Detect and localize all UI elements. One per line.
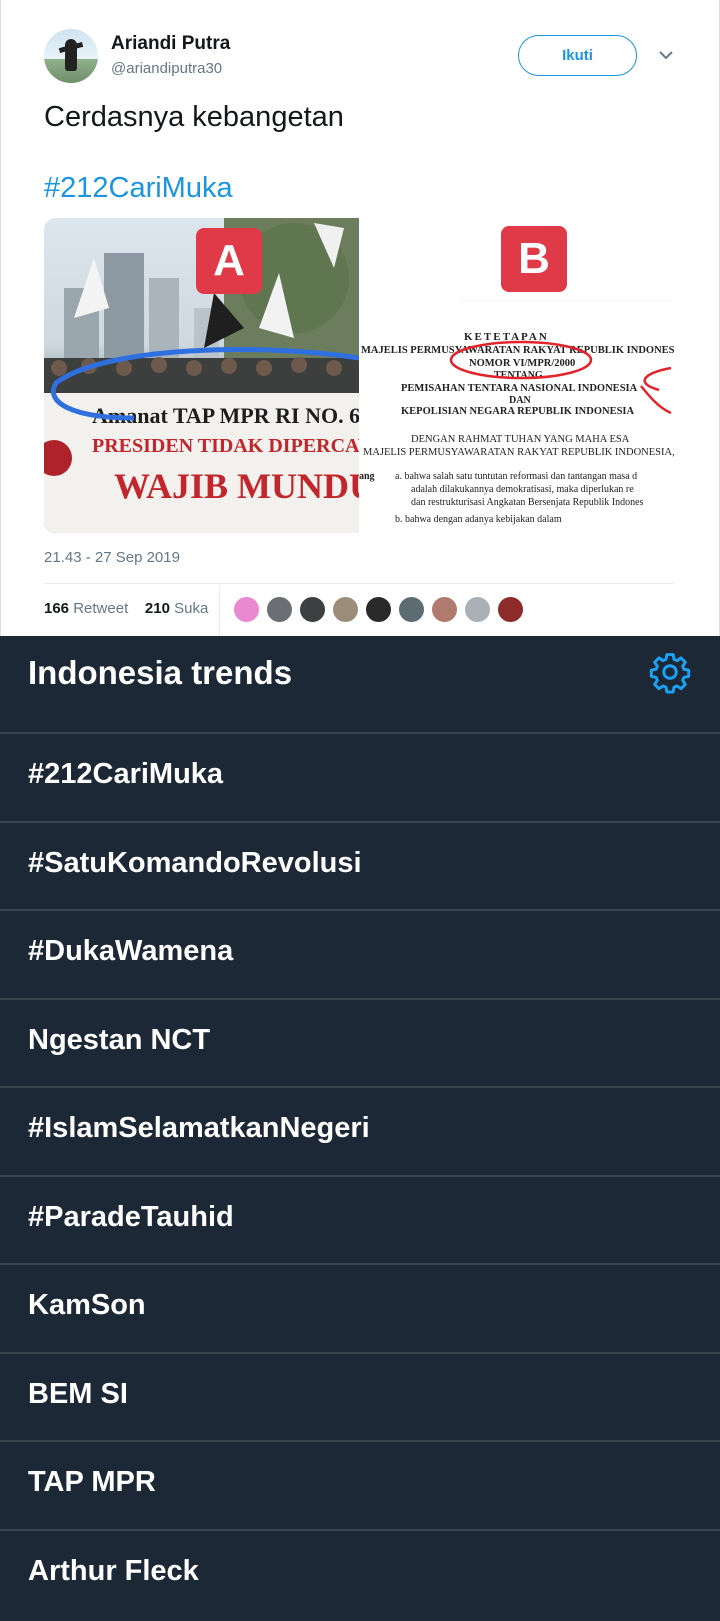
tweet-media[interactable]: Amanat TAP MPR RI NO. 6 TAHUN 2 PRESIDEN… <box>44 218 674 533</box>
trend-label[interactable]: Arthur Fleck <box>28 1555 199 1588</box>
trend-item[interactable]: Arthur Fleck <box>0 1528 720 1618</box>
avatar[interactable] <box>44 29 98 83</box>
gear-icon[interactable] <box>648 650 692 694</box>
trend-item[interactable]: BEM SI <box>0 1351 720 1441</box>
trend-item[interactable]: #DukaWamena <box>0 909 720 998</box>
trend-label[interactable]: Ngestan NCT <box>28 1024 210 1057</box>
photo-b[interactable]: B KETETAPAN MAJELIS PERMUSYAWARATAN RAKY… <box>359 218 674 533</box>
trend-item[interactable]: #212CariMuka <box>0 732 720 821</box>
trend-label[interactable]: #SatuKomandoRevolusi <box>28 847 362 880</box>
liker-avatar[interactable] <box>497 596 524 623</box>
author-name[interactable]: Ariandi Putra <box>111 33 230 55</box>
retweet-count[interactable]: 166 <box>44 600 69 617</box>
divider <box>44 583 674 584</box>
trend-label[interactable]: BEM SI <box>28 1378 128 1411</box>
author-handle[interactable]: @ariandiputra30 <box>111 60 222 77</box>
liker-avatar[interactable] <box>332 596 359 623</box>
tweet-text: Cerdasnya kebangetan <box>44 101 344 133</box>
follow-button[interactable]: Ikuti <box>518 35 637 76</box>
liker-avatars <box>233 596 530 624</box>
trend-item[interactable]: #SatuKomandoRevolusi <box>0 820 720 910</box>
badge-a: A <box>196 228 262 294</box>
trend-label[interactable]: #IslamSelamatkanNegeri <box>28 1112 370 1145</box>
like-label[interactable]: Suka <box>174 600 208 617</box>
trend-item[interactable]: Ngestan NCT <box>0 997 720 1087</box>
trend-label[interactable]: TAP MPR <box>28 1466 156 1499</box>
like-count[interactable]: 210 <box>145 600 170 617</box>
photo-a[interactable]: Amanat TAP MPR RI NO. 6 TAHUN 2 PRESIDEN… <box>44 218 359 533</box>
liker-avatar[interactable] <box>464 596 491 623</box>
liker-avatar[interactable] <box>266 596 293 623</box>
trends-title: Indonesia trends <box>28 654 293 691</box>
tweet-stats: 166 Retweet 210 Suka <box>44 600 208 617</box>
retweet-label[interactable]: Retweet <box>73 600 128 617</box>
trend-item[interactable]: #IslamSelamatkanNegeri <box>0 1086 720 1175</box>
red-circle-annotation <box>449 300 674 415</box>
chevron-down-icon[interactable] <box>658 47 674 63</box>
trend-label[interactable]: KamSon <box>28 1289 146 1322</box>
liker-avatar[interactable] <box>299 596 326 623</box>
trend-list: #212CariMuka #SatuKomandoRevolusi #DukaW… <box>0 732 720 1617</box>
liker-avatar[interactable] <box>398 596 425 623</box>
liker-avatar[interactable] <box>431 596 458 623</box>
tweet-timestamp[interactable]: 21.43 - 27 Sep 2019 <box>44 549 180 566</box>
liker-avatar[interactable] <box>233 596 260 623</box>
tweet-card: Ariandi Putra @ariandiputra30 Ikuti Cerd… <box>0 0 720 636</box>
liker-avatar[interactable] <box>365 596 392 623</box>
trend-item[interactable]: TAP MPR <box>0 1440 720 1529</box>
trend-item[interactable]: #ParadeTauhid <box>0 1174 720 1264</box>
trends-panel: Indonesia trends #212CariMuka #SatuKoman… <box>0 636 720 1621</box>
stats-divider <box>219 586 220 636</box>
trend-label[interactable]: #DukaWamena <box>28 935 233 968</box>
tweet-hashtag[interactable]: #212CariMuka <box>44 172 233 205</box>
trend-label[interactable]: #212CariMuka <box>28 758 223 791</box>
trend-label[interactable]: #ParadeTauhid <box>28 1201 234 1234</box>
trend-item[interactable]: KamSon <box>0 1263 720 1352</box>
